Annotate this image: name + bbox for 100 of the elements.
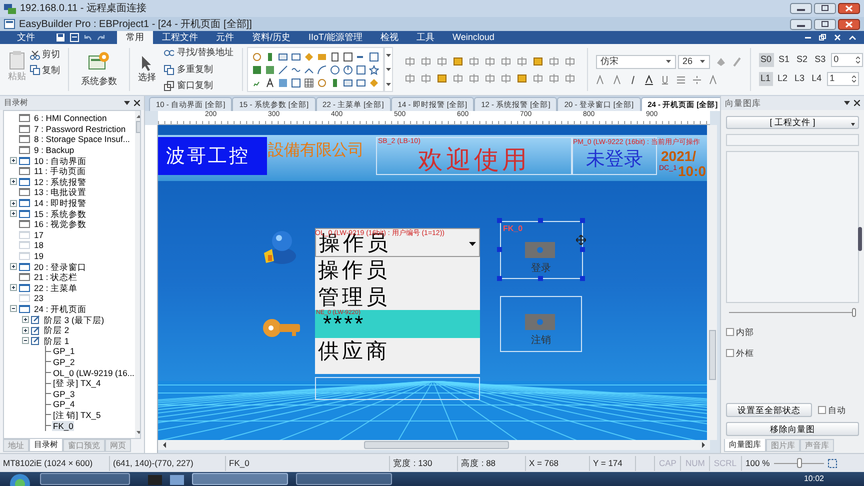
state-input[interactable]: 0 [830,53,863,67]
align-icon[interactable] [420,74,431,82]
resize-handle[interactable] [497,218,502,223]
copy-button[interactable]: 复制 [30,64,60,77]
tree-item[interactable]: 23 [33,293,44,304]
collapse-icon[interactable] [10,305,17,312]
align-icon[interactable] [500,56,511,66]
tree-item[interactable]: 12 : 系统报警 [33,176,88,187]
expand-icon[interactable] [10,284,17,292]
align-icon[interactable] [420,56,431,66]
expand-icon[interactable] [10,210,17,218]
menu-tab[interactable]: 常用 [117,31,153,44]
window-icon[interactable] [70,33,79,42]
menu-tab[interactable]: 文件 [8,31,44,44]
checkbox[interactable]: 自动 [818,404,846,416]
cut-button[interactable]: 剪切 [30,48,60,62]
toolbar-icon[interactable] [342,78,353,88]
resize-handle[interactable] [580,218,585,223]
tree-item[interactable]: 8 : Storage Space Insuf... [33,134,131,144]
align-icon[interactable] [404,74,415,82]
expand-icon[interactable] [10,178,17,186]
tree-item[interactable]: [注 销] TX_5 [52,410,102,420]
window-icon[interactable] [170,473,184,485]
toolbar-icon[interactable] [356,64,366,74]
tree-item[interactable]: 阶层 2 [43,325,70,336]
toolbar-icon[interactable] [290,52,301,62]
save-icon[interactable] [56,33,65,42]
state-button[interactable]: S0 [758,53,774,67]
minimize-icon[interactable] [805,34,811,40]
zoom-slider[interactable] [774,457,824,469]
tree-item[interactable]: 7 : Password Restriction [33,124,127,134]
state-button[interactable]: S3 [812,53,828,67]
align-icon[interactable] [452,56,463,66]
dropdown-option[interactable]: 供应商 [315,338,480,374]
resize-handle[interactable] [580,276,585,281]
align-icon[interactable] [452,74,463,82]
font-dropdown[interactable]: 仿宋 [596,54,676,68]
tree-item[interactable]: OL_0 (LW-9219 (16... [52,368,136,378]
tree-item[interactable]: GP_2 [52,356,76,367]
resize-handle[interactable] [497,247,502,252]
close-icon[interactable] [838,18,860,30]
align-icon[interactable] [516,56,527,66]
find-replace-button[interactable]: 寻找/替换地址 [164,46,234,60]
collapse-icon[interactable] [22,337,29,344]
restore-icon[interactable] [814,18,836,30]
system-params-button[interactable]: 系统参数 [69,44,129,95]
close-icon[interactable] [854,100,860,106]
font-size-dropdown[interactable]: 26 [678,54,710,68]
minimize-icon[interactable] [790,3,812,14]
align-icon[interactable] [548,74,559,82]
slider-thumb[interactable] [796,458,802,468]
align-icon[interactable] [564,74,575,82]
tree-item[interactable]: GP_4 [52,399,76,410]
align-icon[interactable] [404,56,415,66]
level-button[interactable]: L4 [810,72,824,86]
align-icon[interactable] [516,74,527,82]
text-format-icon[interactable] [644,74,654,84]
restore-icon[interactable] [814,3,836,14]
scroll-right-icon[interactable] [700,441,706,449]
align-icon[interactable] [436,74,447,82]
filter-field[interactable] [726,134,859,146]
toolbar-icon[interactable] [368,64,379,74]
slider-thumb[interactable] [852,308,856,317]
tree-item[interactable]: 13 : 电批设置 [33,187,88,198]
align-icon[interactable] [468,74,479,82]
menu-tab[interactable]: 检视 [372,31,408,44]
level-button[interactable]: L2 [776,72,790,86]
resize-handle[interactable] [580,247,585,252]
expand-icon[interactable] [22,326,29,334]
expand-icon[interactable] [10,263,17,270]
close-icon[interactable] [134,100,140,106]
align-icon[interactable] [532,56,543,66]
scrollbar-thumb[interactable] [858,227,862,251]
menu-tab[interactable]: Weincloud [444,31,504,44]
checkbox[interactable]: 内部 [726,326,859,339]
fill-color-icon[interactable] [716,56,726,66]
tree-item[interactable]: 阶层 1 [43,336,70,346]
dropdown-option[interactable]: 操作员 [315,257,480,284]
tree-item[interactable]: 11 : 手动页面 [33,166,87,176]
select-button[interactable]: 选择 [138,54,156,84]
tree-item[interactable]: GP_3 [52,388,76,399]
window-copy-button[interactable]: 窗口复制 [164,79,234,93]
state-button[interactable]: S2 [794,53,810,67]
align-icon[interactable] [500,74,511,82]
menu-tab[interactable]: 工程文件 [153,31,207,44]
tree-item[interactable]: 21 : 状态栏 [33,272,79,282]
menu-tab[interactable]: IIoT/能源管理 [300,31,372,44]
tree-item[interactable]: 17 [33,230,44,240]
level-button[interactable]: L1 [758,72,773,86]
panel-tab[interactable]: 目录树 [29,439,63,452]
library-dropdown[interactable]: [ 工程文件 ] [726,116,859,129]
tree-item[interactable]: [登 录] TX_4 [52,378,102,388]
toolbar-icon[interactable] [342,64,353,74]
toolbar-icon[interactable] [356,78,366,88]
dropdown-option[interactable]: 管理员 [315,284,480,310]
align-icon[interactable] [564,56,575,66]
menu-tab[interactable]: 元件 [207,31,243,44]
tree-item[interactable]: 阶层 3 (最下层) [43,314,106,325]
minimize-icon[interactable] [790,18,812,30]
tree-item[interactable]: 10 : 自动界面 [33,156,88,166]
